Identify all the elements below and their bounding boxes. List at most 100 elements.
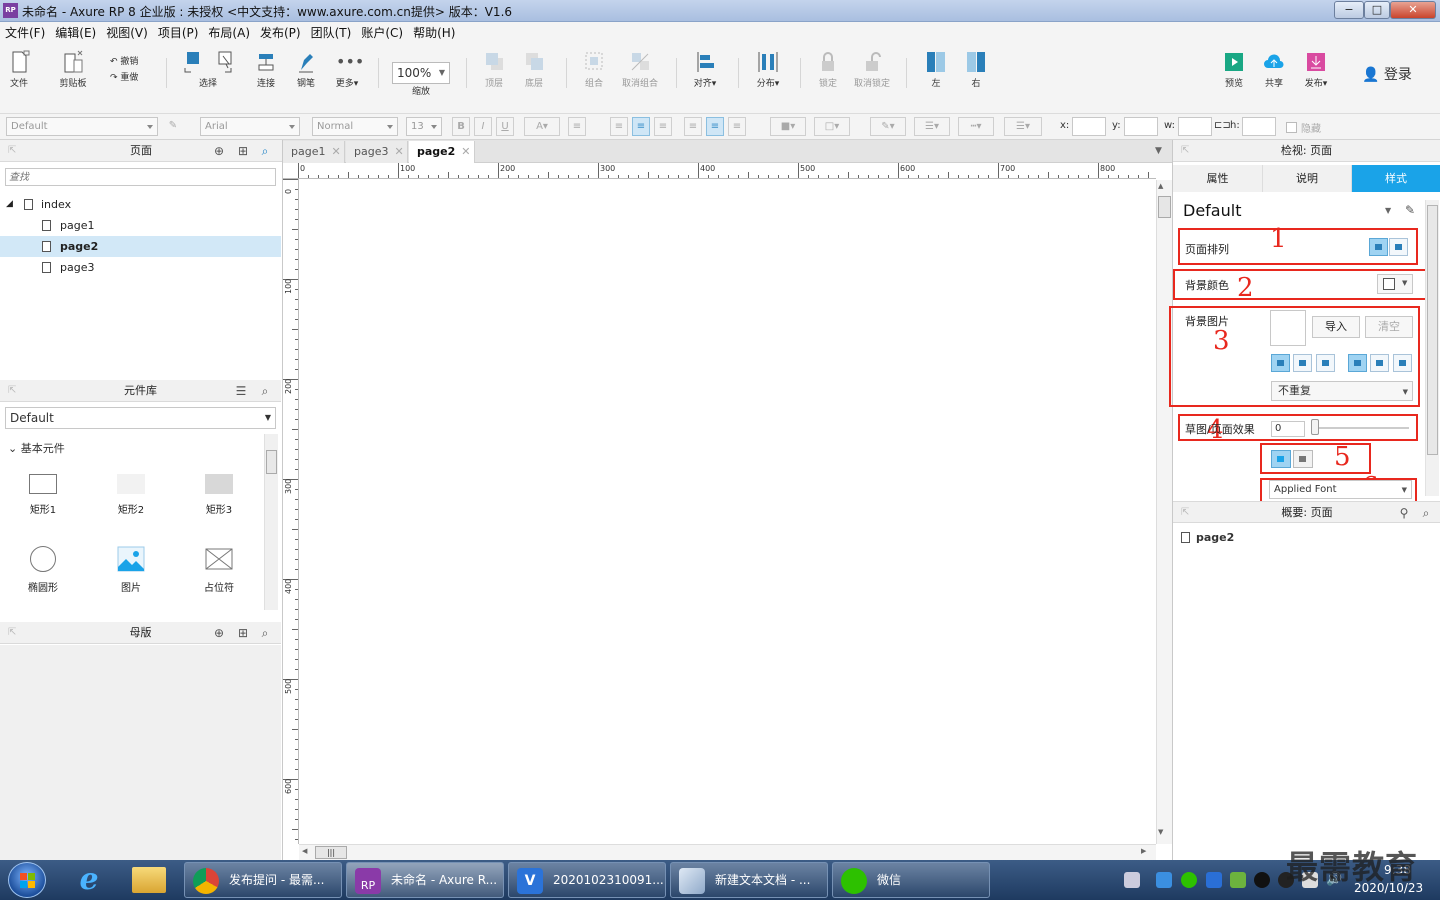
grayscale-mode-button[interactable]	[1293, 450, 1313, 468]
y-input[interactable]	[1124, 117, 1158, 136]
font-color-button[interactable]: A▾	[524, 117, 560, 136]
bg-color-picker[interactable]: ▼	[1377, 274, 1413, 294]
line-style-button[interactable]: ┅▾	[958, 117, 994, 136]
tab-page2[interactable]: page2 ✕	[409, 141, 475, 164]
import-button[interactable]: 导入	[1312, 316, 1360, 338]
tab-style[interactable]: 样式	[1352, 165, 1440, 192]
align-text-left-button[interactable]: ≡	[610, 117, 628, 136]
taskbar-item-wechat[interactable]: 微信	[832, 862, 990, 898]
tree-item-index[interactable]: ◢ index	[0, 194, 281, 215]
widget-rect2[interactable]: 矩形2	[101, 474, 161, 516]
tab-page1[interactable]: page1 ✕	[283, 141, 345, 163]
sketch-slider-handle[interactable]	[1311, 419, 1319, 435]
edit-style-icon[interactable]: ✎	[164, 117, 182, 136]
widget-rect3[interactable]: 矩形3	[189, 474, 249, 516]
close-tab-icon[interactable]: ✕	[331, 145, 340, 158]
widget-category-basic[interactable]: ⌄ 基本元件	[8, 440, 65, 456]
pin-icon[interactable]: ⇱	[1181, 502, 1189, 524]
start-button[interactable]	[8, 862, 46, 898]
repeat-select[interactable]: 不重复 ▼	[1271, 381, 1413, 401]
pin-icon[interactable]: ⇱	[1181, 140, 1189, 162]
font-select[interactable]: Arial	[200, 117, 300, 136]
send-to-bottom-button[interactable]: 底层	[520, 50, 548, 89]
add-folder-icon[interactable]: ⊞	[236, 626, 250, 640]
color-mode-button[interactable]	[1271, 450, 1291, 468]
bullet-list-button[interactable]: ≡	[568, 117, 586, 136]
pin-icon[interactable]: ⇱	[8, 140, 16, 162]
hidden-checkbox[interactable]	[1286, 122, 1297, 133]
filter-icon[interactable]: ⚲	[1397, 506, 1411, 520]
style-select[interactable]: Default	[6, 117, 158, 136]
undo-button[interactable]: ↶ 撤销	[110, 54, 150, 67]
widget-image[interactable]: 图片	[101, 546, 161, 594]
clipboard-button[interactable]: 剪贴板	[56, 50, 90, 89]
widget-rect1[interactable]: 矩形1	[13, 474, 73, 516]
bg-valign-bottom-button[interactable]	[1393, 354, 1412, 372]
minimize-button[interactable]: −	[1334, 1, 1364, 19]
arrow-style-button[interactable]: ☰▾	[1004, 117, 1042, 136]
tree-item-page3[interactable]: page3	[0, 257, 281, 278]
sketch-value-input[interactable]: 0	[1271, 421, 1305, 437]
clear-button[interactable]: 清空	[1365, 316, 1413, 338]
font-family-select[interactable]: Applied Font ▼	[1269, 480, 1412, 499]
x-input[interactable]	[1072, 117, 1106, 136]
tab-properties[interactable]: 属性	[1173, 165, 1263, 192]
keyboard-icon[interactable]	[1124, 872, 1140, 888]
font-size-select[interactable]: 13	[406, 117, 442, 136]
align-text-center-button[interactable]: ≡	[632, 117, 650, 136]
edit-style-icon[interactable]: ✎	[1405, 203, 1415, 217]
library-scrollbar[interactable]	[264, 434, 278, 610]
bring-to-top-button[interactable]: 顶层	[480, 50, 508, 89]
sketch-slider-track[interactable]	[1313, 427, 1409, 429]
menu-project[interactable]: 项目(P)	[153, 22, 204, 44]
file-button[interactable]: 文件	[6, 50, 32, 89]
align-center-page-button[interactable]	[1389, 238, 1408, 256]
menu-edit[interactable]: 编辑(E)	[50, 22, 101, 44]
tree-item-page1[interactable]: page1	[0, 215, 281, 236]
w-input[interactable]	[1178, 117, 1212, 136]
italic-button[interactable]: I	[474, 117, 492, 136]
search-icon[interactable]: ⌕	[1419, 506, 1433, 520]
bg-valign-top-button[interactable]	[1348, 354, 1367, 372]
preview-button[interactable]: 预览	[1220, 50, 1248, 89]
tab-page3[interactable]: page3 ✕	[346, 141, 408, 163]
menu-account[interactable]: 账户(C)	[356, 22, 408, 44]
maximize-button[interactable]: □	[1364, 1, 1390, 19]
menu-help[interactable]: 帮助(H)	[408, 22, 460, 44]
login-button[interactable]: 👤 登录	[1362, 64, 1418, 84]
close-button[interactable]: ✕	[1390, 1, 1436, 19]
tree-item-page2[interactable]: page2	[0, 236, 281, 257]
qq-icon[interactable]	[1254, 872, 1270, 888]
canvas-horizontal-scrollbar[interactable]: ◀ ||| ▶	[299, 844, 1156, 860]
menu-layout[interactable]: 布局(A)	[203, 22, 255, 44]
shadow-button[interactable]: □▾	[814, 117, 850, 136]
player-tray-icon[interactable]	[1156, 872, 1172, 888]
align-left-page-button[interactable]	[1369, 238, 1388, 256]
valign-middle-button[interactable]: ≡	[706, 117, 724, 136]
nvidia-icon[interactable]	[1230, 872, 1246, 888]
valign-bottom-button[interactable]: ≡	[728, 117, 746, 136]
scroll-thumb[interactable]	[1158, 196, 1171, 218]
tab-notes[interactable]: 说明	[1263, 165, 1352, 192]
lock-button[interactable]: 锁定	[814, 50, 842, 89]
scroll-thumb[interactable]: |||	[315, 846, 347, 859]
security-shield-icon[interactable]	[1206, 872, 1222, 888]
menu-file[interactable]: 文件(F)	[0, 22, 50, 44]
menu-view[interactable]: 视图(V)	[101, 22, 153, 44]
align-button[interactable]: 对齐▾	[688, 50, 722, 89]
wechat-tray-icon[interactable]	[1181, 872, 1197, 888]
bg-align-center-button[interactable]	[1293, 354, 1312, 372]
design-canvas[interactable]	[299, 180, 1156, 844]
more-button[interactable]: ••• 更多▾	[330, 50, 365, 89]
chevron-down-icon[interactable]: ▼	[1385, 206, 1391, 215]
underline-button[interactable]: U	[496, 117, 514, 136]
canvas-vertical-scrollbar[interactable]: ▲ ▼	[1156, 180, 1172, 844]
bold-button[interactable]: B	[452, 117, 470, 136]
bg-valign-middle-button[interactable]	[1370, 354, 1389, 372]
right-button[interactable]: 右	[962, 50, 990, 89]
pin-icon[interactable]: ⇱	[8, 380, 16, 402]
fill-color-button[interactable]: ■▾	[770, 117, 806, 136]
explorer-folder-icon[interactable]	[132, 867, 166, 893]
pin-icon[interactable]: ⇱	[8, 622, 16, 644]
zoom-select[interactable]: 100% ▼	[392, 62, 450, 84]
